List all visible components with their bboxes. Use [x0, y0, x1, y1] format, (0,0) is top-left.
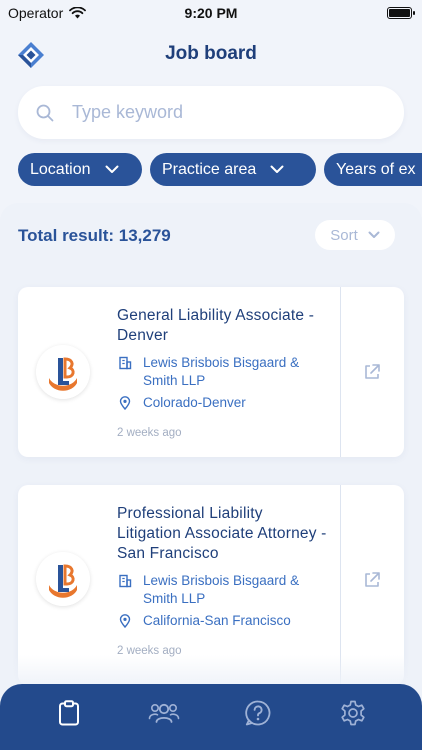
- scroll-fade: [0, 655, 422, 685]
- external-link-icon[interactable]: [362, 570, 382, 590]
- company-logo-icon: [36, 552, 90, 606]
- location-pin-icon: [119, 396, 131, 410]
- job-title[interactable]: General Liability Associate - Denver: [117, 306, 327, 346]
- app-logo-icon[interactable]: [16, 40, 46, 70]
- filter-bar: Location Practice area Years of ex: [18, 153, 422, 187]
- total-results: Total result: 13,279: [18, 226, 171, 245]
- people-icon: [148, 703, 180, 723]
- filter-label: Location: [30, 160, 91, 178]
- search-icon: [36, 104, 54, 121]
- posted-time: 2 weeks ago: [117, 427, 182, 439]
- nav-job-board[interactable]: [45, 689, 93, 737]
- page-title: Job board: [165, 43, 257, 64]
- company-name: Lewis Brisbois Bisgaard & Smith LLP: [143, 355, 300, 388]
- gear-icon: [341, 700, 365, 726]
- sort-label: Sort: [330, 226, 358, 244]
- help-icon: [245, 700, 271, 726]
- battery-icon: [387, 7, 415, 19]
- filter-label: Practice area: [162, 160, 257, 178]
- chevron-down-icon: [105, 165, 118, 173]
- location-pin-icon: [119, 614, 131, 628]
- chevron-down-icon: [368, 231, 380, 238]
- company-row: Lewis Brisbois Bisgaard & Smith LLP: [117, 354, 327, 390]
- wifi-icon: [69, 7, 87, 19]
- nav-community[interactable]: [140, 689, 188, 737]
- chevron-down-icon: [270, 165, 284, 173]
- sort-button[interactable]: Sort: [315, 220, 395, 250]
- search-box[interactable]: [18, 86, 404, 139]
- filter-location[interactable]: Location: [18, 153, 142, 186]
- external-link-icon[interactable]: [362, 362, 382, 382]
- card-divider: [340, 287, 341, 457]
- filter-practice-area[interactable]: Practice area: [150, 153, 316, 186]
- filter-years-of-experience[interactable]: Years of ex: [324, 153, 422, 186]
- nav-settings[interactable]: [329, 689, 377, 737]
- job-title[interactable]: Professional Liability Litigation Associ…: [117, 504, 327, 564]
- status-bar: Operator 9:20 PM: [0, 0, 422, 26]
- building-icon: [119, 574, 132, 588]
- job-location: California-San Francisco: [143, 613, 291, 628]
- bottom-nav: [0, 684, 422, 750]
- job-card[interactable]: General Liability Associate - Denver Lew…: [18, 287, 404, 457]
- status-left: Operator: [8, 5, 87, 21]
- clipboard-icon: [59, 700, 80, 726]
- top-bar: Job board: [0, 36, 422, 72]
- location-row: Colorado-Denver: [117, 394, 327, 412]
- company-logo-icon: [36, 345, 90, 399]
- company-name: Lewis Brisbois Bisgaard & Smith LLP: [143, 573, 300, 606]
- carrier-label: Operator: [8, 5, 64, 21]
- company-row: Lewis Brisbois Bisgaard & Smith LLP: [117, 572, 327, 608]
- location-row: California-San Francisco: [117, 612, 327, 630]
- nav-help[interactable]: [234, 689, 282, 737]
- job-location: Colorado-Denver: [143, 395, 246, 410]
- building-icon: [119, 356, 132, 370]
- filter-label: Years of ex: [336, 160, 416, 178]
- search-input[interactable]: [72, 102, 362, 123]
